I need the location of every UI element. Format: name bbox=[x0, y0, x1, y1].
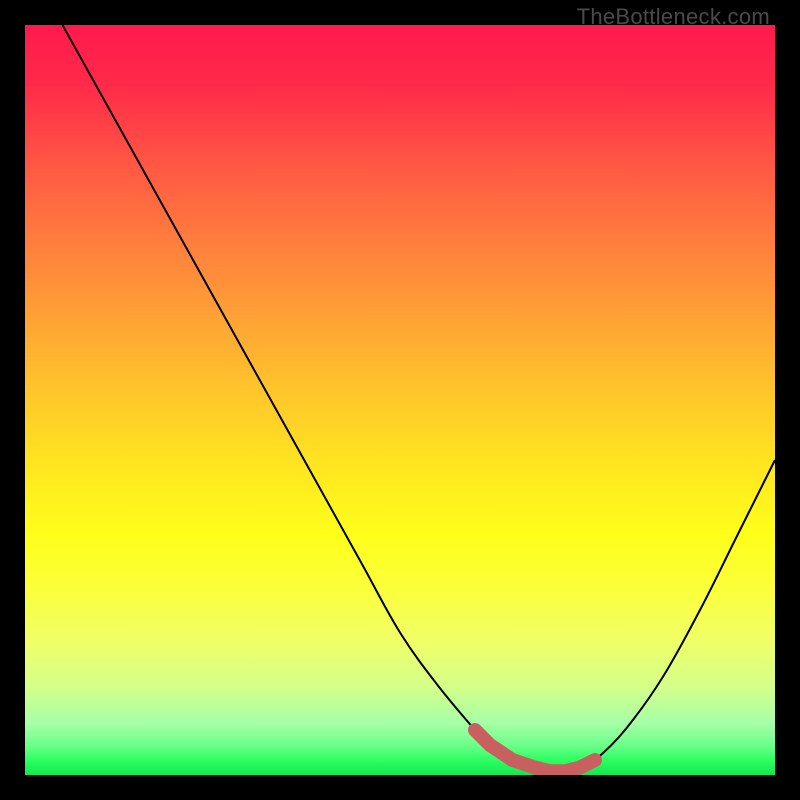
chart-frame: TheBottleneck.com bbox=[0, 0, 800, 800]
plot-area bbox=[25, 25, 775, 775]
curve-svg bbox=[25, 25, 775, 775]
highlight-segment bbox=[475, 730, 595, 771]
bottleneck-curve bbox=[63, 25, 776, 772]
